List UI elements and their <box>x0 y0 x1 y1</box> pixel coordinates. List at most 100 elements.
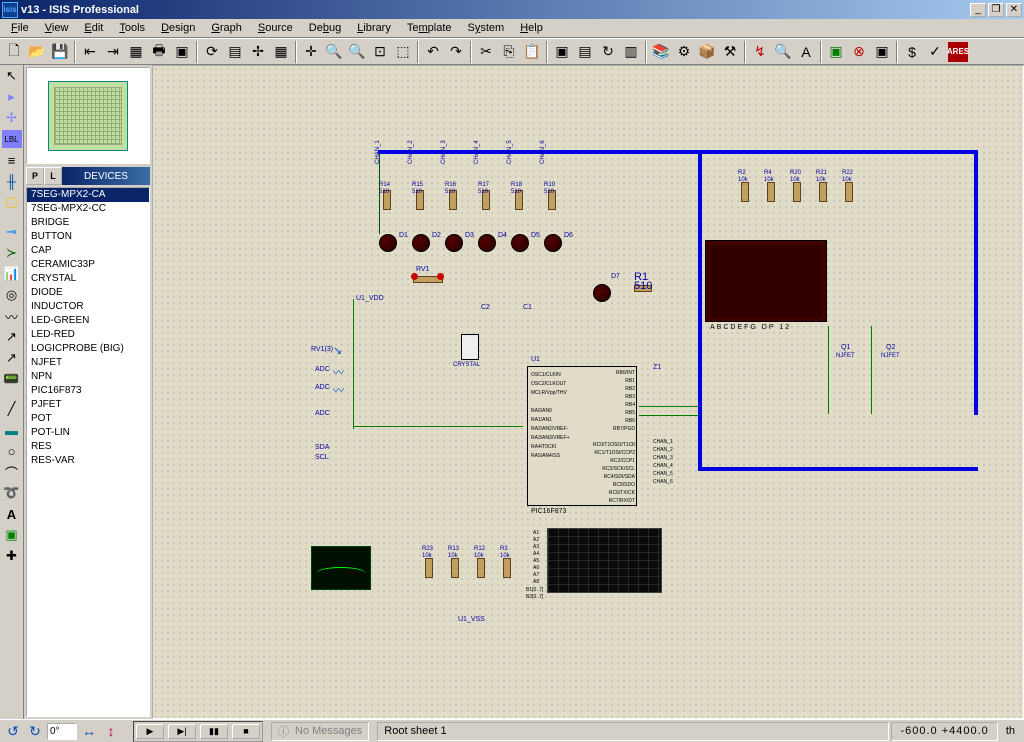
device-item[interactable]: LOGICPROBE (BIG) <box>27 342 149 356</box>
undo-icon[interactable]: ↶ <box>422 41 444 63</box>
make-device-icon[interactable]: ⚙ <box>673 41 695 63</box>
refresh-icon[interactable]: ⟳ <box>201 41 223 63</box>
junction-mode-icon[interactable]: ✢ <box>2 109 22 127</box>
menu-file[interactable]: File <box>3 20 37 36</box>
block-move-icon[interactable]: ▤ <box>574 41 596 63</box>
new-sheet-icon[interactable]: ▣ <box>825 41 847 63</box>
subcircuit-mode-icon[interactable]: ▢ <box>2 193 22 211</box>
device-item[interactable]: CAP <box>27 244 149 258</box>
zoom-area-icon[interactable]: ⬚ <box>392 41 414 63</box>
device-item[interactable]: 7SEG-MPX2-CA <box>27 188 149 202</box>
mark-output-icon[interactable]: ▣ <box>171 41 193 63</box>
device-item[interactable]: CERAMIC33P <box>27 258 149 272</box>
pot-wiper-btn[interactable] <box>411 273 418 280</box>
pause-button[interactable]: ▮▮ <box>200 724 228 739</box>
pick-p-button[interactable]: P <box>26 167 44 185</box>
device-item[interactable]: RES-VAR <box>27 454 149 468</box>
arc-2d-icon[interactable]: ⌒ <box>2 463 22 481</box>
print-icon[interactable]: 🖶 <box>148 41 170 63</box>
pick-l-button[interactable]: L <box>44 167 62 185</box>
instrument-icon[interactable]: 📟 <box>2 370 22 388</box>
device-item[interactable]: 7SEG-MPX2-CC <box>27 202 149 216</box>
menu-help[interactable]: Help <box>512 20 551 36</box>
grid-icon[interactable]: ▦ <box>270 41 292 63</box>
rotate-ccw-icon[interactable]: ↺ <box>3 722 23 741</box>
symbol-2d-icon[interactable]: ▣ <box>2 526 22 544</box>
probe-i-icon[interactable]: ↗ <box>2 349 22 367</box>
bom-icon[interactable]: $ <box>901 41 923 63</box>
menu-library[interactable]: Library <box>349 20 399 36</box>
device-item[interactable]: PIC16F873 <box>27 384 149 398</box>
save-file-icon[interactable]: 💾 <box>49 41 71 63</box>
marker-2d-icon[interactable]: ✚ <box>2 547 22 565</box>
generator-mode-icon[interactable]: 〰 <box>2 307 22 325</box>
device-item[interactable]: INDUCTOR <box>27 300 149 314</box>
play-button[interactable]: ▶ <box>136 724 164 739</box>
device-item[interactable]: LED-GREEN <box>27 314 149 328</box>
search-tag-icon[interactable]: 🔍 <box>772 41 794 63</box>
pick-library-icon[interactable]: 📚 <box>650 41 672 63</box>
pan-center-icon[interactable]: ✛ <box>300 41 322 63</box>
circle-2d-icon[interactable]: ○ <box>2 442 22 460</box>
print-area-icon[interactable]: ▦ <box>125 41 147 63</box>
menu-edit[interactable]: Edit <box>76 20 111 36</box>
bus-mode-icon[interactable]: ╫ <box>2 172 22 190</box>
zoom-in-icon[interactable]: 🔍 <box>323 41 345 63</box>
device-item[interactable]: POT <box>27 412 149 426</box>
menu-design[interactable]: Design <box>153 20 203 36</box>
wire-autoroute-icon[interactable]: ↯ <box>749 41 771 63</box>
erc-icon[interactable]: ✓ <box>924 41 946 63</box>
origin-icon[interactable]: ✢ <box>247 41 269 63</box>
menu-source[interactable]: Source <box>250 20 301 36</box>
redo-icon[interactable]: ↷ <box>445 41 467 63</box>
mirror-v-icon[interactable]: ↕ <box>101 722 121 741</box>
open-file-icon[interactable]: 📂 <box>26 41 48 63</box>
remove-sheet-icon[interactable]: ⊗ <box>848 41 870 63</box>
export-icon[interactable]: ⇥ <box>102 41 124 63</box>
zoom-out-icon[interactable]: 🔍 <box>346 41 368 63</box>
label-mode-icon[interactable]: LBL <box>2 130 22 148</box>
device-item[interactable]: POT-LIN <box>27 426 149 440</box>
cut-icon[interactable]: ✂ <box>475 41 497 63</box>
menu-tools[interactable]: Tools <box>111 20 153 36</box>
tape-mode-icon[interactable]: ◎ <box>2 286 22 304</box>
selection-mode-icon[interactable]: ↖ <box>2 67 22 85</box>
menu-debug[interactable]: Debug <box>301 20 349 36</box>
property-assign-icon[interactable]: A <box>795 41 817 63</box>
sheet-name[interactable]: Root sheet 1 <box>384 725 446 737</box>
layers-icon[interactable]: ▤ <box>224 41 246 63</box>
probe-v-icon[interactable]: ↗ <box>2 328 22 346</box>
stop-button[interactable]: ■ <box>232 724 260 739</box>
terminal-mode-icon[interactable]: ⊸ <box>2 223 22 241</box>
text-2d-icon[interactable]: A <box>2 505 22 523</box>
box-2d-icon[interactable]: ▬ <box>2 421 22 439</box>
netlist-icon[interactable]: ARES <box>947 41 969 63</box>
text-script-icon[interactable]: ≡ <box>2 151 22 169</box>
menu-system[interactable]: System <box>460 20 513 36</box>
device-item[interactable]: LED-RED <box>27 328 149 342</box>
zoom-to-sheet-icon[interactable]: ▣ <box>871 41 893 63</box>
mirror-h-icon[interactable]: ↔ <box>79 722 99 741</box>
minimize-button[interactable]: _ <box>970 3 986 17</box>
device-item[interactable]: BRIDGE <box>27 216 149 230</box>
menu-view[interactable]: View <box>37 20 77 36</box>
block-rotate-icon[interactable]: ↻ <box>597 41 619 63</box>
line-2d-icon[interactable]: ╱ <box>2 400 22 418</box>
block-delete-icon[interactable]: ▥ <box>620 41 642 63</box>
graph-mode-icon[interactable]: 📊 <box>2 265 22 283</box>
device-item[interactable]: CRYSTAL <box>27 272 149 286</box>
device-item[interactable]: NJFET <box>27 356 149 370</box>
import-icon[interactable]: ⇤ <box>79 41 101 63</box>
rotation-input[interactable] <box>47 723 77 740</box>
close-button[interactable]: ✕ <box>1006 3 1022 17</box>
component-mode-icon[interactable]: ▸ <box>2 88 22 106</box>
device-item[interactable]: RES <box>27 440 149 454</box>
device-item[interactable]: DIODE <box>27 286 149 300</box>
paste-icon[interactable]: 📋 <box>521 41 543 63</box>
new-file-icon[interactable]: 🗋 <box>3 41 25 63</box>
rotate-cw-icon[interactable]: ↻ <box>25 722 45 741</box>
path-2d-icon[interactable]: ➰ <box>2 484 22 502</box>
pot-wiper-btn2[interactable] <box>437 273 444 280</box>
menu-template[interactable]: Template <box>399 20 460 36</box>
device-item[interactable]: PJFET <box>27 398 149 412</box>
